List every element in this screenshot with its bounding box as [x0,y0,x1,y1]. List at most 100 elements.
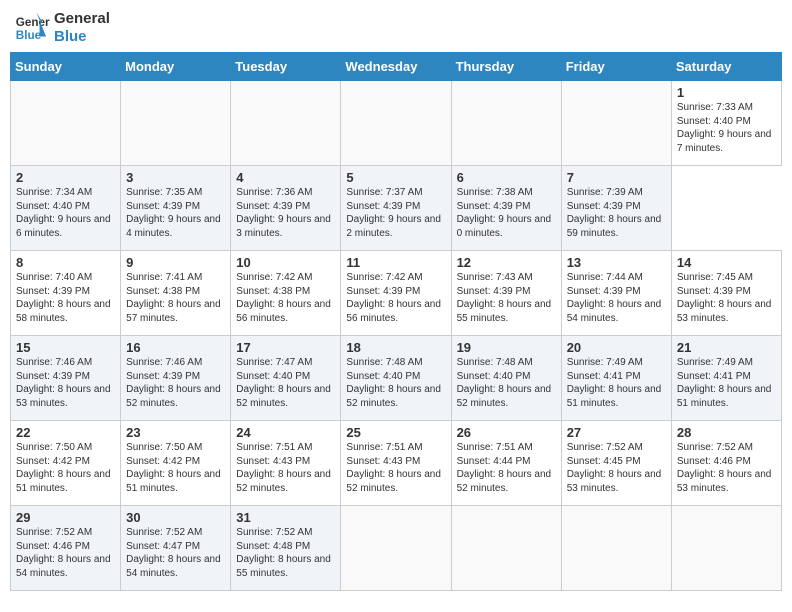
calendar-week-1: 1 Sunrise: 7:33 AMSunset: 4:40 PMDayligh… [11,81,782,166]
calendar-cell: 7 Sunrise: 7:39 AMSunset: 4:39 PMDayligh… [561,166,671,251]
day-number: 13 [567,255,666,270]
day-number: 30 [126,510,225,525]
day-header-sunday: Sunday [11,53,121,81]
calendar-week-5: 22 Sunrise: 7:50 AMSunset: 4:42 PMDaylig… [11,421,782,506]
day-number: 23 [126,425,225,440]
day-number: 22 [16,425,115,440]
calendar-cell [671,506,781,591]
day-number: 6 [457,170,556,185]
day-number: 14 [677,255,776,270]
calendar-cell: 15 Sunrise: 7:46 AMSunset: 4:39 PMDaylig… [11,336,121,421]
day-number: 16 [126,340,225,355]
day-number: 9 [126,255,225,270]
day-number: 24 [236,425,335,440]
day-number: 1 [677,85,776,100]
calendar-body: 1 Sunrise: 7:33 AMSunset: 4:40 PMDayligh… [11,81,782,591]
day-info: Sunrise: 7:36 AMSunset: 4:39 PMDaylight:… [236,187,331,239]
day-number: 19 [457,340,556,355]
calendar-cell [341,506,451,591]
calendar-cell: 6 Sunrise: 7:38 AMSunset: 4:39 PMDayligh… [451,166,561,251]
calendar-cell [561,81,671,166]
logo: General Blue General Blue [14,10,110,46]
day-number: 25 [346,425,445,440]
calendar-cell: 31 Sunrise: 7:52 AMSunset: 4:48 PMDaylig… [231,506,341,591]
day-number: 12 [457,255,556,270]
calendar-cell: 11 Sunrise: 7:42 AMSunset: 4:39 PMDaylig… [341,251,451,336]
day-header-saturday: Saturday [671,53,781,81]
calendar-cell: 30 Sunrise: 7:52 AMSunset: 4:47 PMDaylig… [121,506,231,591]
day-info: Sunrise: 7:48 AMSunset: 4:40 PMDaylight:… [457,357,552,409]
logo-general: General [54,10,110,28]
day-header-friday: Friday [561,53,671,81]
calendar-cell: 8 Sunrise: 7:40 AMSunset: 4:39 PMDayligh… [11,251,121,336]
day-info: Sunrise: 7:52 AMSunset: 4:47 PMDaylight:… [126,527,221,579]
day-info: Sunrise: 7:42 AMSunset: 4:39 PMDaylight:… [346,272,441,324]
calendar-cell: 20 Sunrise: 7:49 AMSunset: 4:41 PMDaylig… [561,336,671,421]
day-number: 3 [126,170,225,185]
calendar-cell: 26 Sunrise: 7:51 AMSunset: 4:44 PMDaylig… [451,421,561,506]
calendar-cell [341,81,451,166]
calendar-cell: 28 Sunrise: 7:52 AMSunset: 4:46 PMDaylig… [671,421,781,506]
day-number: 4 [236,170,335,185]
day-info: Sunrise: 7:51 AMSunset: 4:43 PMDaylight:… [346,442,441,494]
calendar-cell: 22 Sunrise: 7:50 AMSunset: 4:42 PMDaylig… [11,421,121,506]
day-info: Sunrise: 7:39 AMSunset: 4:39 PMDaylight:… [567,187,662,239]
calendar-cell: 14 Sunrise: 7:45 AMSunset: 4:39 PMDaylig… [671,251,781,336]
calendar-header-row: SundayMondayTuesdayWednesdayThursdayFrid… [11,53,782,81]
day-number: 28 [677,425,776,440]
day-info: Sunrise: 7:52 AMSunset: 4:48 PMDaylight:… [236,527,331,579]
calendar-cell: 21 Sunrise: 7:49 AMSunset: 4:41 PMDaylig… [671,336,781,421]
day-number: 15 [16,340,115,355]
day-number: 31 [236,510,335,525]
day-info: Sunrise: 7:33 AMSunset: 4:40 PMDaylight:… [677,102,772,154]
day-info: Sunrise: 7:52 AMSunset: 4:46 PMDaylight:… [16,527,111,579]
calendar-cell: 27 Sunrise: 7:52 AMSunset: 4:45 PMDaylig… [561,421,671,506]
page-header: General Blue General Blue [10,10,782,46]
calendar-cell: 23 Sunrise: 7:50 AMSunset: 4:42 PMDaylig… [121,421,231,506]
calendar-cell: 25 Sunrise: 7:51 AMSunset: 4:43 PMDaylig… [341,421,451,506]
calendar-cell: 29 Sunrise: 7:52 AMSunset: 4:46 PMDaylig… [11,506,121,591]
day-number: 10 [236,255,335,270]
day-info: Sunrise: 7:38 AMSunset: 4:39 PMDaylight:… [457,187,552,239]
calendar-cell [451,506,561,591]
calendar-week-4: 15 Sunrise: 7:46 AMSunset: 4:39 PMDaylig… [11,336,782,421]
day-header-tuesday: Tuesday [231,53,341,81]
day-info: Sunrise: 7:43 AMSunset: 4:39 PMDaylight:… [457,272,552,324]
calendar-cell: 9 Sunrise: 7:41 AMSunset: 4:38 PMDayligh… [121,251,231,336]
day-header-thursday: Thursday [451,53,561,81]
day-number: 17 [236,340,335,355]
calendar-cell [231,81,341,166]
day-number: 20 [567,340,666,355]
calendar-week-3: 8 Sunrise: 7:40 AMSunset: 4:39 PMDayligh… [11,251,782,336]
day-number: 26 [457,425,556,440]
calendar-cell: 19 Sunrise: 7:48 AMSunset: 4:40 PMDaylig… [451,336,561,421]
day-info: Sunrise: 7:34 AMSunset: 4:40 PMDaylight:… [16,187,111,239]
day-number: 18 [346,340,445,355]
svg-text:Blue: Blue [16,29,42,42]
calendar-cell: 3 Sunrise: 7:35 AMSunset: 4:39 PMDayligh… [121,166,231,251]
calendar-cell: 17 Sunrise: 7:47 AMSunset: 4:40 PMDaylig… [231,336,341,421]
day-number: 11 [346,255,445,270]
day-info: Sunrise: 7:48 AMSunset: 4:40 PMDaylight:… [346,357,441,409]
day-number: 21 [677,340,776,355]
day-info: Sunrise: 7:49 AMSunset: 4:41 PMDaylight:… [567,357,662,409]
day-info: Sunrise: 7:47 AMSunset: 4:40 PMDaylight:… [236,357,331,409]
calendar-cell: 2 Sunrise: 7:34 AMSunset: 4:40 PMDayligh… [11,166,121,251]
day-header-wednesday: Wednesday [341,53,451,81]
day-number: 29 [16,510,115,525]
calendar-cell: 12 Sunrise: 7:43 AMSunset: 4:39 PMDaylig… [451,251,561,336]
calendar-cell: 24 Sunrise: 7:51 AMSunset: 4:43 PMDaylig… [231,421,341,506]
day-info: Sunrise: 7:44 AMSunset: 4:39 PMDaylight:… [567,272,662,324]
day-info: Sunrise: 7:51 AMSunset: 4:43 PMDaylight:… [236,442,331,494]
day-info: Sunrise: 7:35 AMSunset: 4:39 PMDaylight:… [126,187,221,239]
calendar-cell [121,81,231,166]
day-info: Sunrise: 7:41 AMSunset: 4:38 PMDaylight:… [126,272,221,324]
day-info: Sunrise: 7:50 AMSunset: 4:42 PMDaylight:… [126,442,221,494]
calendar-cell: 10 Sunrise: 7:42 AMSunset: 4:38 PMDaylig… [231,251,341,336]
day-info: Sunrise: 7:40 AMSunset: 4:39 PMDaylight:… [16,272,111,324]
calendar-cell [11,81,121,166]
calendar-week-6: 29 Sunrise: 7:52 AMSunset: 4:46 PMDaylig… [11,506,782,591]
day-number: 5 [346,170,445,185]
day-info: Sunrise: 7:52 AMSunset: 4:45 PMDaylight:… [567,442,662,494]
day-info: Sunrise: 7:37 AMSunset: 4:39 PMDaylight:… [346,187,441,239]
